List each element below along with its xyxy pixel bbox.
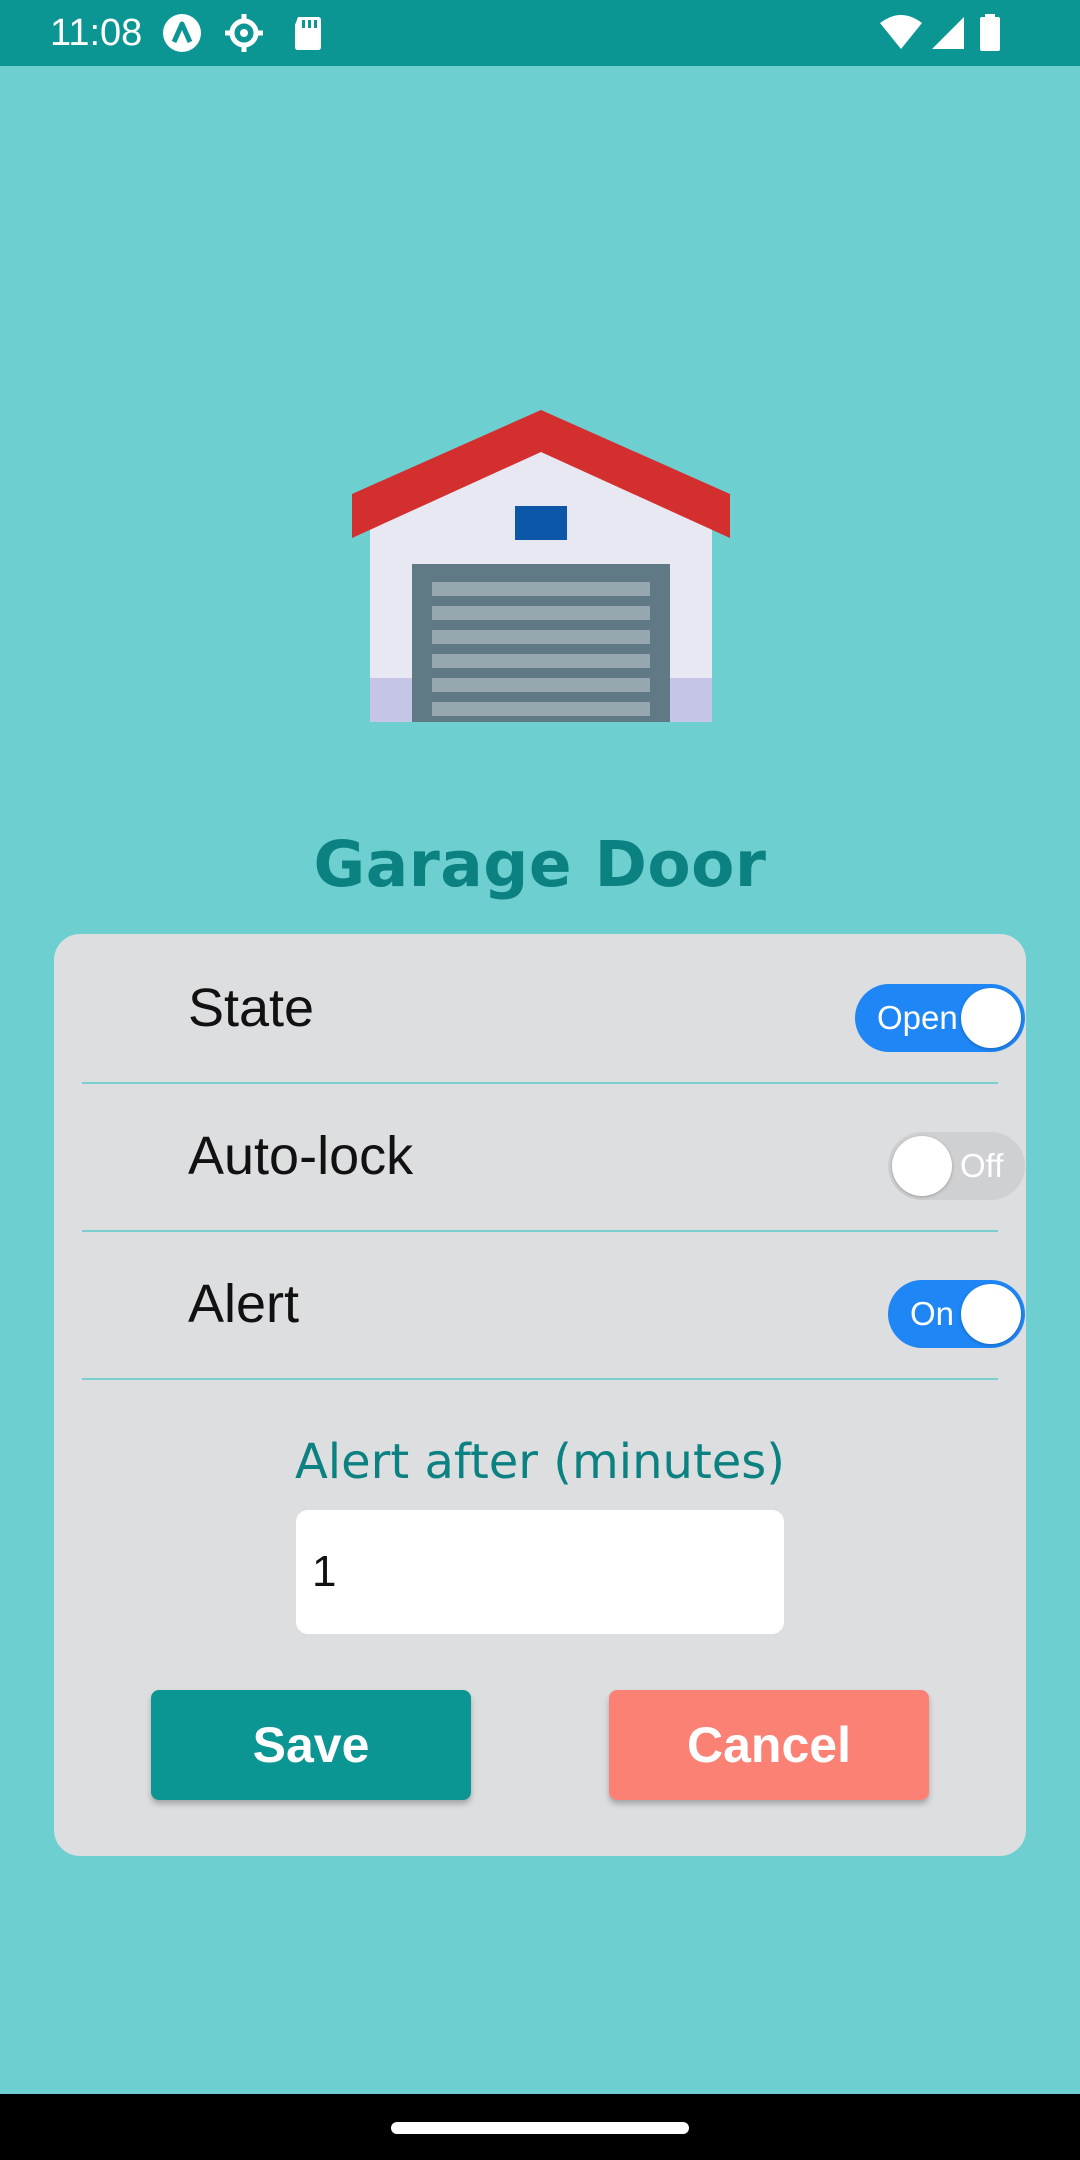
battery-icon [980,14,1000,51]
settings-card: State Open Auto-lock Off Alert On Alert … [54,934,1026,1856]
page-title: Garage Door [313,828,767,901]
save-button[interactable]: Save [151,1690,471,1800]
cancel-button[interactable]: Cancel [609,1690,929,1800]
wifi-icon [880,15,922,49]
alert-toggle-text: On [910,1295,955,1332]
home-indicator[interactable] [391,2122,689,2134]
alert-after-input[interactable] [296,1510,784,1634]
signal-icon [932,17,964,49]
toggle-knob [961,1284,1021,1344]
row-auto-lock: Auto-lock Off [82,1082,1025,1232]
auto-lock-toggle[interactable]: Off [888,1132,1025,1200]
garage-icon [352,410,730,722]
toggle-knob [961,988,1021,1048]
status-time: 11:08 [50,12,143,54]
sd-card-icon [295,17,321,50]
navigation-bar [0,2094,1080,2160]
state-label: State [188,978,315,1038]
row-state: State Open [82,934,1025,1084]
a-circle-icon [163,14,201,52]
state-toggle[interactable]: Open [855,984,1025,1052]
alert-after-label: Alert after (minutes) [294,1434,786,1490]
state-toggle-text: Open [877,999,958,1036]
auto-lock-label: Auto-lock [188,1126,414,1186]
status-bar: 11:08 [0,0,1080,66]
alert-toggle[interactable]: On [888,1280,1025,1348]
gear-icon [225,14,263,52]
toggle-knob [892,1136,952,1196]
row-alert: Alert On [82,1230,1025,1380]
alert-label: Alert [188,1274,300,1334]
auto-lock-toggle-text: Off [960,1147,1004,1184]
